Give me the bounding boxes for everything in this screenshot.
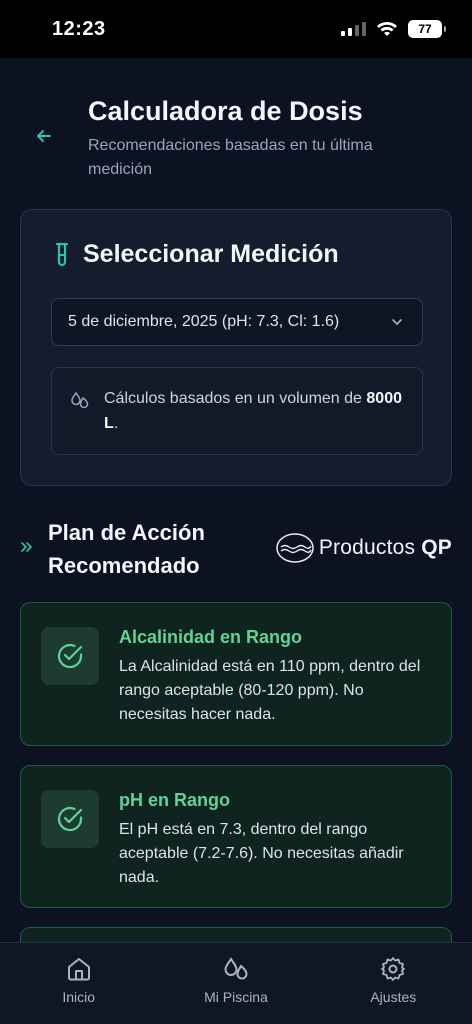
page-subtitle: Recomendaciones basadas en tu última med… bbox=[88, 137, 373, 178]
nav-item-ajustes[interactable]: Ajustes bbox=[323, 955, 463, 1005]
result-icon-box bbox=[41, 790, 99, 848]
gear-icon bbox=[381, 957, 406, 981]
check-circle-icon bbox=[57, 643, 83, 669]
arrow-left-icon bbox=[37, 130, 51, 142]
status-bar: 12:23 77 bbox=[0, 0, 472, 58]
result-description: La Alcalinidad está en 110 ppm, dentro d… bbox=[119, 658, 421, 723]
nav-item-inicio[interactable]: Inicio bbox=[9, 955, 149, 1005]
nav-label: Mi Piscina bbox=[204, 989, 268, 1005]
page-title: Calculadora de Dosis bbox=[88, 96, 363, 126]
productos-qp-logo-icon bbox=[276, 533, 314, 563]
nav-label: Inicio bbox=[62, 989, 95, 1005]
battery-icon: 77 bbox=[408, 20, 446, 38]
result-card-alkalinity: Alcalinidad en Rango La Alcalinidad está… bbox=[20, 602, 452, 746]
action-plan-title: Plan de Acción Recomendado bbox=[48, 516, 258, 582]
result-title: Alcalinidad en Rango bbox=[119, 627, 303, 647]
action-plan-header: Plan de Acción Recomendado Productos QP bbox=[20, 514, 452, 584]
home-icon bbox=[67, 958, 90, 981]
brand-name-regular: Productos bbox=[318, 536, 416, 559]
volume-info-text: Cálculos basados en un volumen de 8000 L… bbox=[104, 386, 406, 436]
select-measurement-card: Seleccionar Medición 5 de diciembre, 202… bbox=[20, 209, 452, 486]
back-button[interactable] bbox=[30, 122, 58, 150]
volume-info-suffix: . bbox=[113, 415, 119, 432]
result-card-ph: pH en Rango El pH está en 7.3, dentro de… bbox=[20, 765, 452, 908]
select-measurement-title: Seleccionar Medición bbox=[83, 240, 339, 268]
check-circle-icon bbox=[57, 806, 83, 832]
brand-name-bold: QP bbox=[421, 536, 452, 559]
volume-info-box: Cálculos basados en un volumen de 8000 L… bbox=[51, 367, 423, 455]
status-icons: 77 bbox=[341, 20, 446, 38]
water-drops-icon bbox=[224, 957, 248, 980]
wifi-icon bbox=[377, 22, 397, 36]
select-measurement-header: Seleccionar Medición bbox=[55, 240, 339, 269]
result-title: pH en Rango bbox=[119, 790, 230, 810]
water-drops-icon bbox=[71, 391, 89, 409]
result-icon-box bbox=[41, 627, 99, 685]
cellular-signal-icon bbox=[341, 22, 366, 36]
bottom-navigation: Inicio Mi Piscina Ajustes bbox=[0, 942, 472, 1024]
double-chevron-right-icon bbox=[21, 542, 32, 552]
brand-name: Productos QP bbox=[319, 536, 452, 560]
result-description: El pH está en 7.3, dentro del rango acep… bbox=[119, 821, 404, 886]
page-header: Calculadora de Dosis Recomendaciones bas… bbox=[0, 58, 472, 188]
brand-logo: Productos QP bbox=[275, 532, 452, 564]
volume-info-prefix: Cálculos basados en un volumen de bbox=[104, 390, 362, 407]
nav-label: Ajustes bbox=[370, 989, 417, 1005]
test-tube-icon bbox=[55, 242, 69, 266]
nav-item-mi-piscina[interactable]: Mi Piscina bbox=[166, 955, 306, 1005]
measurement-select-value: 5 de diciembre, 2025 (pH: 7.3, Cl: 1.6) bbox=[68, 313, 340, 330]
status-time: 12:23 bbox=[52, 17, 106, 40]
battery-level: 77 bbox=[418, 22, 432, 36]
measurement-select[interactable]: 5 de diciembre, 2025 (pH: 7.3, Cl: 1.6) bbox=[51, 298, 423, 346]
action-plan-title-text: Plan de Acción Recomendado bbox=[48, 520, 205, 578]
chevron-down-icon bbox=[392, 319, 402, 325]
